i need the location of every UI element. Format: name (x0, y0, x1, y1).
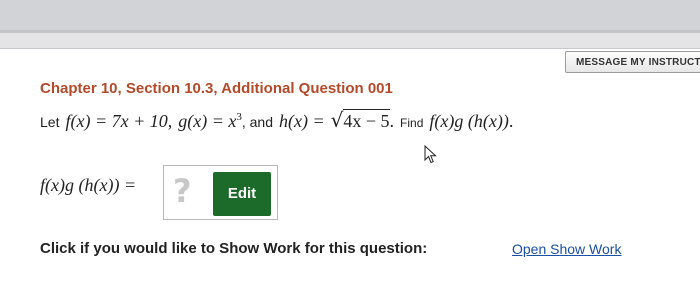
g-definition-base: g(x) = x (178, 111, 237, 131)
separator-1: , (167, 111, 173, 131)
mouse-cursor-icon (424, 145, 437, 164)
find-expression: f(x)g (h(x)) (429, 111, 509, 131)
sqrt-symbol: √ (330, 108, 344, 132)
find-label: Find (400, 116, 424, 130)
f-definition: f(x) = 7x + 10 (65, 111, 168, 131)
let-label: Let (40, 114, 60, 130)
toolbar-edge (0, 30, 700, 33)
question-mark-icon: ? (173, 172, 192, 210)
show-work-prompt: Click if you would like to Show Work for… (40, 240, 428, 257)
separator-2: , and (241, 114, 273, 130)
answer-row: f(x)g (h(x)) = (40, 175, 136, 196)
top-toolbar-band (0, 0, 700, 30)
answer-expression: f(x)g (h(x)) = (40, 175, 137, 195)
problem-statement: Let f(x) = 7x + 10 , g(x) = x3 , and h(x… (40, 108, 513, 132)
h-definition-prefix: h(x) = (279, 111, 325, 131)
g-definition: g(x) = x3 (178, 111, 242, 132)
message-instructor-button[interactable]: MESSAGE MY INSTRUCTO (565, 51, 700, 73)
open-show-work-link[interactable]: Open Show Work (512, 241, 621, 257)
find-period: . (508, 111, 514, 131)
h-period: . (389, 111, 395, 131)
h-radicand: 4x − 5 (343, 109, 390, 131)
edit-button[interactable]: Edit (213, 172, 271, 216)
question-heading: Chapter 10, Section 10.3, Additional Que… (40, 80, 393, 97)
